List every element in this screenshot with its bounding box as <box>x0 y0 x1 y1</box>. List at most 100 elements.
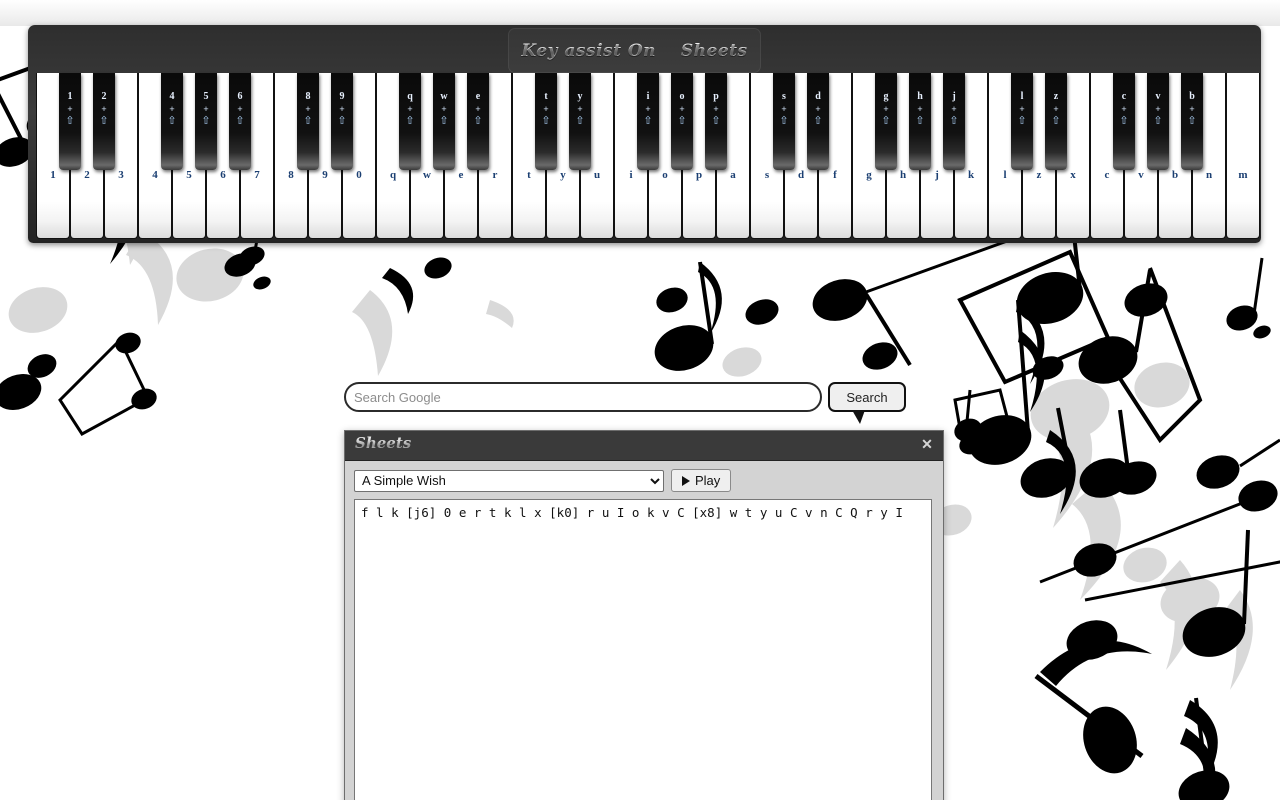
black-key-q[interactable]: q + ⇧ <box>399 73 421 170</box>
white-key-label: 9 <box>322 169 328 181</box>
key-assist-toggle[interactable]: Key assist On <box>521 41 656 61</box>
shift-icon: ⇧ <box>167 115 177 127</box>
black-key-e[interactable]: e + ⇧ <box>467 73 489 170</box>
piano-app-page: Key assist On Sheets 1 2 3 4 5 6 7 8 9 0 q w e r t y u i o… <box>0 0 1280 800</box>
close-icon[interactable]: ✕ <box>918 435 936 453</box>
black-key-plus: + <box>441 104 447 114</box>
white-key-label: 8 <box>288 169 294 181</box>
black-key-o[interactable]: o + ⇧ <box>671 73 693 170</box>
white-key-label: 4 <box>152 169 158 181</box>
play-icon <box>682 475 690 486</box>
shift-icon: ⇧ <box>1119 115 1129 127</box>
search-button-wrapper: Search <box>828 382 906 424</box>
black-key-w[interactable]: w + ⇧ <box>433 73 455 170</box>
white-key-label: j <box>935 169 939 181</box>
shift-icon: ⇧ <box>405 115 415 127</box>
white-key-m[interactable]: m <box>1226 73 1260 239</box>
black-key-label: 8 <box>305 91 311 102</box>
white-key-label: w <box>423 169 431 181</box>
black-key-plus: + <box>815 104 821 114</box>
black-key-plus: + <box>679 104 685 114</box>
sheet-text-area[interactable] <box>354 499 932 800</box>
black-key-label: c <box>1121 91 1127 102</box>
shift-icon: ⇧ <box>813 115 823 127</box>
shift-icon: ⇧ <box>473 115 483 127</box>
black-key-6[interactable]: 6 + ⇧ <box>229 73 251 170</box>
black-key-z[interactable]: z + ⇧ <box>1045 73 1067 170</box>
black-key-label: y <box>577 91 583 102</box>
black-key-plus: + <box>67 104 73 114</box>
black-key-p[interactable]: p + ⇧ <box>705 73 727 170</box>
black-key-s[interactable]: s + ⇧ <box>773 73 795 170</box>
black-key-plus: + <box>407 104 413 114</box>
shift-icon: ⇧ <box>949 115 959 127</box>
black-key-label: o <box>679 91 685 102</box>
search-button[interactable]: Search <box>828 382 906 412</box>
black-key-plus: + <box>1189 104 1195 114</box>
black-key-plus: + <box>1121 104 1127 114</box>
shift-icon: ⇧ <box>1051 115 1061 127</box>
black-key-label: 9 <box>339 91 345 102</box>
black-key-plus: + <box>781 104 787 114</box>
shift-icon: ⇧ <box>1017 115 1027 127</box>
shift-icon: ⇧ <box>1187 115 1197 127</box>
black-key-label: s <box>782 91 786 102</box>
black-key-9[interactable]: 9 + ⇧ <box>331 73 353 170</box>
black-key-plus: + <box>169 104 175 114</box>
white-key-label: y <box>560 169 566 181</box>
black-key-8[interactable]: 8 + ⇧ <box>297 73 319 170</box>
black-key-plus: + <box>577 104 583 114</box>
black-key-1[interactable]: 1 + ⇧ <box>59 73 81 170</box>
black-key-h[interactable]: h + ⇧ <box>909 73 931 170</box>
shift-icon: ⇧ <box>337 115 347 127</box>
black-key-label: d <box>815 91 821 102</box>
black-key-t[interactable]: t + ⇧ <box>535 73 557 170</box>
black-key-d[interactable]: d + ⇧ <box>807 73 829 170</box>
white-key-label: 6 <box>220 169 226 181</box>
white-key-label: z <box>1036 169 1042 181</box>
sheets-controls: A Simple Wish Play <box>345 461 943 499</box>
black-key-plus: + <box>1053 104 1059 114</box>
black-key-c[interactable]: c + ⇧ <box>1113 73 1135 170</box>
black-key-5[interactable]: 5 + ⇧ <box>195 73 217 170</box>
sheets-toggle[interactable]: Sheets <box>681 41 748 61</box>
black-key-label: w <box>440 91 448 102</box>
black-key-g[interactable]: g + ⇧ <box>875 73 897 170</box>
black-key-i[interactable]: i + ⇧ <box>637 73 659 170</box>
white-key-label: r <box>492 169 498 181</box>
black-key-plus: + <box>713 104 719 114</box>
shift-icon: ⇧ <box>541 115 551 127</box>
black-key-4[interactable]: 4 + ⇧ <box>161 73 183 170</box>
black-key-label: 4 <box>169 91 175 102</box>
white-key-label: x <box>1070 169 1076 181</box>
black-key-label: z <box>1053 91 1059 102</box>
shift-icon: ⇧ <box>643 115 653 127</box>
black-key-plus: + <box>917 104 923 114</box>
black-key-plus: + <box>237 104 243 114</box>
shift-icon: ⇧ <box>575 115 585 127</box>
search-input[interactable] <box>344 382 822 412</box>
white-key-label: 3 <box>118 169 124 181</box>
black-key-plus: + <box>1155 104 1161 114</box>
black-key-label: p <box>713 91 719 102</box>
white-key-label: c <box>1104 169 1110 181</box>
black-key-label: t <box>544 91 548 102</box>
black-key-label: g <box>883 91 889 102</box>
black-key-v[interactable]: v + ⇧ <box>1147 73 1169 170</box>
black-key-j[interactable]: j + ⇧ <box>943 73 965 170</box>
black-key-label: 6 <box>237 91 243 102</box>
black-key-2[interactable]: 2 + ⇧ <box>93 73 115 170</box>
sheet-select[interactable]: A Simple Wish <box>354 469 664 492</box>
shift-icon: ⇧ <box>99 115 109 127</box>
shift-icon: ⇧ <box>915 115 925 127</box>
black-key-label: 2 <box>101 91 107 102</box>
white-key-label: u <box>593 169 601 181</box>
black-key-y[interactable]: y + ⇧ <box>569 73 591 170</box>
black-key-b[interactable]: b + ⇧ <box>1181 73 1203 170</box>
white-key-label: a <box>730 169 736 181</box>
black-key-l[interactable]: l + ⇧ <box>1011 73 1033 170</box>
white-key-label: 7 <box>254 169 260 181</box>
play-button[interactable]: Play <box>671 469 732 492</box>
black-key-plus: + <box>475 104 481 114</box>
black-key-label: j <box>952 91 956 102</box>
